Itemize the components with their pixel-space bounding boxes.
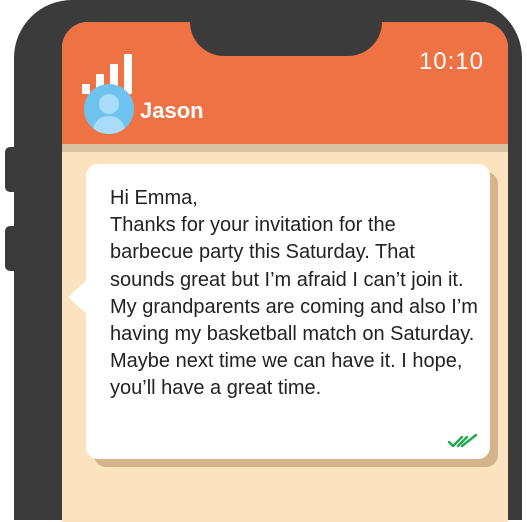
- phone-notch: [190, 20, 382, 56]
- header-divider: [62, 144, 508, 152]
- message-text: Hi Emma, Thanks for your invitation for …: [110, 187, 478, 400]
- message-bubble: Hi Emma, Thanks for your invitation for …: [86, 164, 490, 459]
- double-check-icon: [448, 433, 478, 448]
- status-time: 10:10: [418, 48, 484, 75]
- user-avatar-icon[interactable]: [84, 84, 134, 134]
- phone-frame: 10:10 Jason Hi Emma, Thanks for your inv…: [14, 0, 522, 522]
- phone-screen: 10:10 Jason Hi Emma, Thanks for your inv…: [62, 22, 508, 522]
- contact-name[interactable]: Jason: [140, 98, 204, 124]
- message-bubble-tail: [68, 280, 87, 314]
